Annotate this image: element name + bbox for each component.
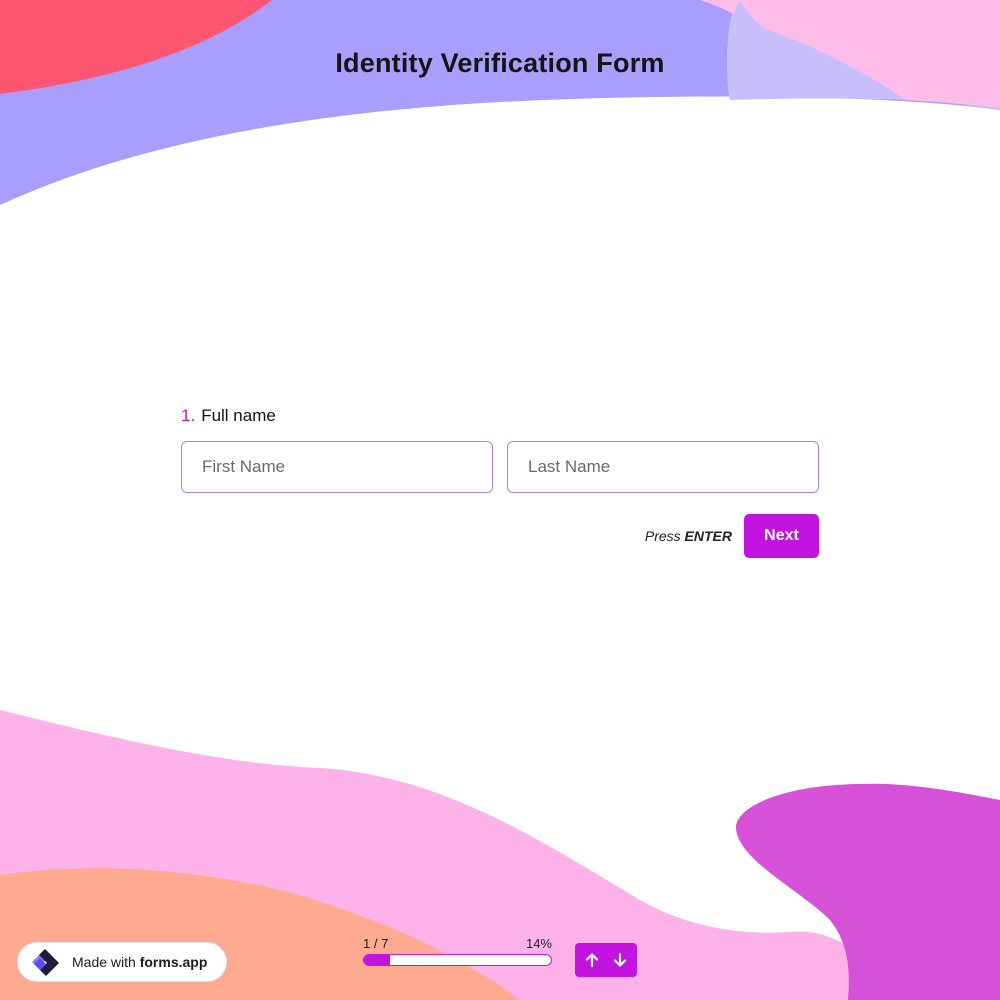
progress-step: 1 / 7	[363, 936, 389, 951]
press-hint-prefix: Press	[644, 528, 681, 544]
badge-made-with: Made with	[72, 954, 136, 970]
question-actions: Press ENTER Next	[645, 514, 819, 558]
question-navigation	[575, 943, 637, 977]
progress-percent: 14%	[525, 936, 552, 951]
made-with-forms-app-badge[interactable]: Made with forms.app	[17, 942, 227, 982]
badge-brand: forms.app	[139, 954, 208, 970]
question-text: Full name	[201, 406, 276, 425]
background-shapes	[0, 0, 1000, 1000]
last-name-input[interactable]	[507, 441, 819, 493]
progress-bar-fill	[364, 955, 391, 965]
progress-indicator: 1 / 7 14%	[363, 936, 552, 966]
press-enter-hint: Press ENTER	[645, 528, 732, 544]
progress-labels: 1 / 7 14%	[363, 936, 552, 952]
badge-text: Made with forms.app	[72, 954, 207, 970]
progress-bar	[363, 954, 552, 966]
form-title: Identity Verification Form	[335, 48, 665, 78]
question-number: 1.	[181, 406, 196, 425]
question-label: 1. Full name	[181, 404, 819, 428]
name-fields-row	[181, 441, 819, 493]
next-button[interactable]: Next	[744, 514, 819, 558]
arrow-up-icon[interactable]	[579, 945, 605, 975]
forms-app-logo-icon	[26, 942, 66, 982]
question-full-name: 1. Full name Press ENTER Next	[181, 404, 819, 558]
first-name-input[interactable]	[181, 441, 493, 493]
press-hint-key: ENTER	[684, 528, 732, 544]
arrow-down-icon[interactable]	[607, 945, 633, 975]
